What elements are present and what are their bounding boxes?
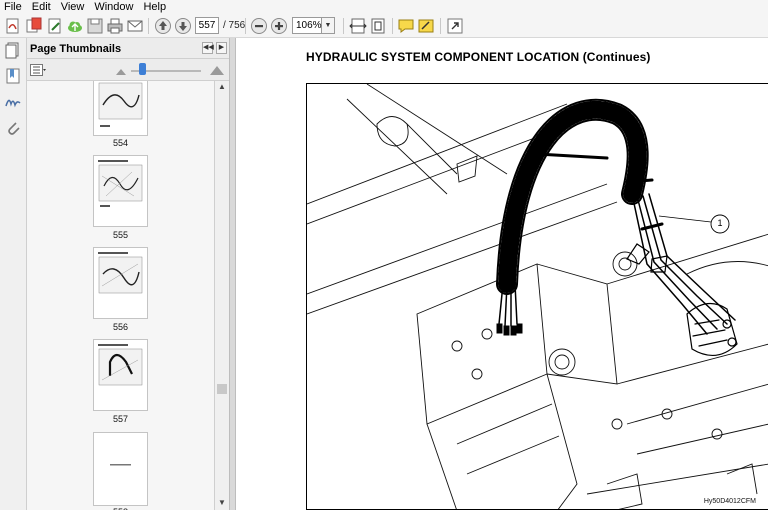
print-icon[interactable]: [106, 17, 124, 35]
combine-files-icon[interactable]: [25, 17, 43, 35]
close-panel-button[interactable]: ▶: [216, 42, 227, 54]
expand-icon[interactable]: [446, 17, 464, 35]
create-pdf-icon[interactable]: [4, 17, 22, 35]
hydraulic-line-drawing: [307, 84, 768, 509]
fit-page-icon[interactable]: [369, 17, 387, 35]
options-menu-icon[interactable]: [30, 64, 46, 76]
thumbnail-label: 556: [112, 322, 129, 332]
thumbnail-page[interactable]: [94, 248, 147, 318]
page-number-input[interactable]: 557: [195, 17, 219, 34]
scroll-thumb[interactable]: [217, 384, 227, 394]
panel-title: Page Thumbnails: [30, 43, 122, 55]
figure-code: Hy50D4012CFM: [703, 498, 756, 505]
document-view: HYDRAULIC SYSTEM COMPONENT LOCATION (Con…: [236, 38, 768, 510]
next-page-icon[interactable]: [174, 17, 192, 35]
menu-help[interactable]: Help: [143, 0, 166, 14]
thumbnail-scrollbar[interactable]: ▲ ▼: [215, 81, 229, 510]
thumbnail-page-current[interactable]: [94, 340, 147, 410]
zoom-in-icon[interactable]: [270, 17, 288, 35]
pages-icon[interactable]: [4, 41, 22, 59]
small-thumbnails-icon[interactable]: [115, 65, 127, 75]
thumbnail-page[interactable]: [94, 81, 147, 135]
menu-file[interactable]: File: [4, 0, 22, 14]
thumbnail-list: 554 555 556 557: [27, 81, 215, 510]
panel-splitter[interactable]: [229, 38, 236, 510]
cloud-upload-icon[interactable]: [66, 17, 84, 35]
zoom-dropdown-button[interactable]: ▼: [322, 17, 335, 34]
panel-tools: [27, 60, 229, 81]
scroll-up-icon[interactable]: ▲: [217, 83, 227, 91]
menu-window[interactable]: Window: [94, 0, 133, 14]
save-icon[interactable]: [86, 17, 104, 35]
large-thumbnails-icon[interactable]: [209, 63, 225, 76]
thumbnail-page[interactable]: [94, 433, 147, 505]
menu-view[interactable]: View: [61, 0, 85, 14]
page-total-label: / 756: [223, 20, 246, 31]
slider-handle[interactable]: [139, 63, 146, 75]
toolbar-separator: [245, 18, 246, 34]
scroll-down-icon[interactable]: ▼: [217, 499, 227, 507]
panel-header: Page Thumbnails ◀◀ ▶: [27, 38, 229, 59]
navigation-strip: [0, 38, 27, 510]
menu-bar: File Edit View Window Help: [0, 0, 768, 14]
thumbnail-label: 555: [112, 230, 129, 240]
toolbar-separator: [343, 18, 344, 34]
thumbnail-page[interactable]: [94, 156, 147, 226]
thumbnails-panel: Page Thumbnails ◀◀ ▶ 554 555 556 557 ▲ ▼: [27, 38, 229, 510]
toolbar-separator: [148, 18, 149, 34]
fit-width-icon[interactable]: [349, 17, 367, 35]
zoom-out-icon[interactable]: [250, 17, 268, 35]
bookmarks-icon[interactable]: [4, 67, 22, 85]
comment-icon[interactable]: [397, 17, 415, 35]
zoom-input[interactable]: 106%: [292, 17, 322, 34]
highlight-icon[interactable]: [417, 17, 435, 35]
page-title: HYDRAULIC SYSTEM COMPONENT LOCATION (Con…: [306, 50, 651, 64]
callout-number: 1: [717, 218, 723, 228]
previous-page-icon[interactable]: [154, 17, 172, 35]
hydraulic-diagram: 1 Hy50D4012CFM: [306, 83, 768, 510]
collapse-panel-button[interactable]: ◀◀: [202, 42, 214, 54]
edit-document-icon[interactable]: [46, 17, 64, 35]
signatures-icon[interactable]: [4, 93, 22, 111]
email-icon[interactable]: [126, 17, 144, 35]
toolbar-separator: [392, 18, 393, 34]
thumbnail-label: 557: [112, 414, 129, 424]
thumbnail-label: 554: [112, 138, 129, 148]
menu-edit[interactable]: Edit: [32, 0, 51, 14]
attachments-icon[interactable]: [4, 119, 22, 137]
toolbar-separator: [440, 18, 441, 34]
